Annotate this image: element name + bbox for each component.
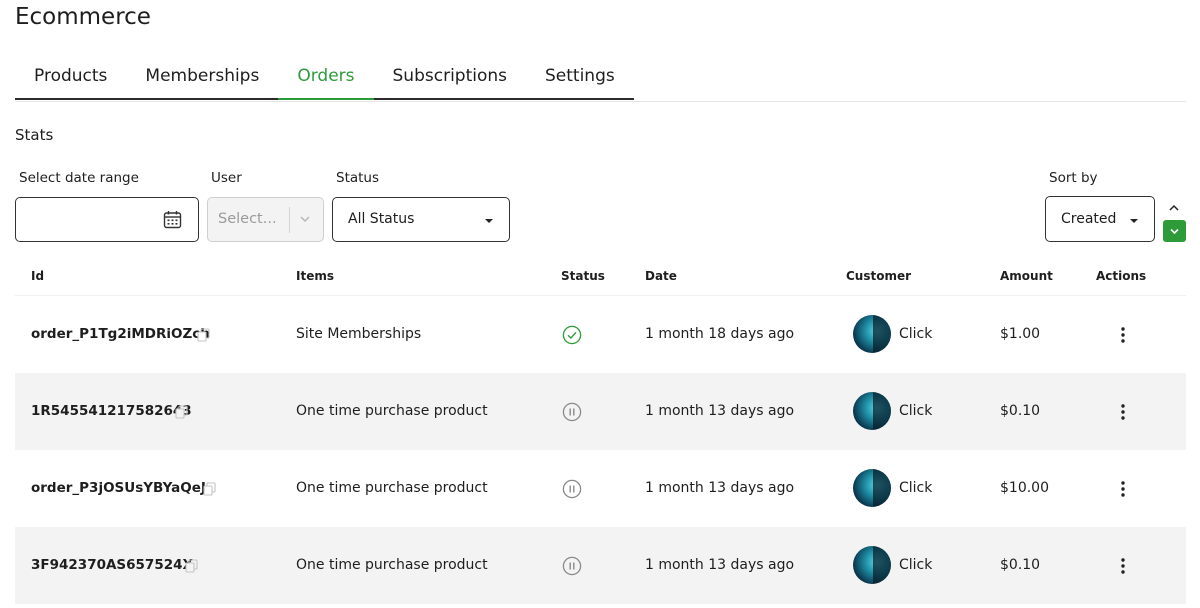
user-label: User (211, 170, 242, 186)
caret-down-icon (1130, 219, 1138, 223)
order-amount: $10.00 (1000, 480, 1049, 496)
sort-select-value: Created (1061, 211, 1117, 227)
order-amount: $1.00 (1000, 326, 1041, 342)
date-range-input[interactable] (15, 197, 199, 242)
more-actions-icon[interactable] (1119, 326, 1127, 344)
customer-name[interactable]: Click (899, 557, 932, 573)
column-header-id: Id (31, 269, 45, 283)
date-range-label: Select date range (19, 170, 139, 186)
column-header-amount: Amount (1000, 269, 1053, 283)
customer-name[interactable]: Click (899, 403, 932, 419)
copy-icon[interactable] (203, 482, 216, 496)
ecommerce-page: Ecommerce Products Memberships Orders Su… (0, 0, 1200, 608)
column-header-status: Status (561, 269, 605, 283)
sort-select[interactable]: Created (1045, 196, 1155, 242)
chevron-down-icon[interactable] (299, 213, 311, 225)
tab-orders[interactable]: Orders (278, 56, 374, 100)
column-header-actions: Actions (1096, 269, 1147, 283)
status-label: Status (336, 170, 380, 186)
order-date: 1 month 13 days ago (645, 480, 795, 496)
tabs-divider (15, 101, 1186, 102)
tab-products[interactable]: Products (15, 56, 127, 100)
order-items: Site Memberships (296, 326, 422, 342)
tab-memberships[interactable]: Memberships (126, 56, 279, 100)
table-row[interactable]: order_P3jOSUsYBYaQeJ One time purchase p… (15, 450, 1186, 527)
customer-name[interactable]: Click (899, 480, 932, 496)
table-row[interactable]: 3F942370AS657524X One time purchase prod… (15, 527, 1186, 604)
order-amount: $0.10 (1000, 557, 1041, 573)
user-select-placeholder: Select... (218, 211, 277, 227)
column-header-customer: Customer (846, 269, 912, 283)
pause-circle-icon (562, 556, 582, 576)
page-title: Ecommerce (15, 4, 151, 30)
more-actions-icon[interactable] (1119, 403, 1127, 421)
copy-icon[interactable] (197, 328, 210, 342)
order-items: One time purchase product (296, 403, 488, 419)
more-actions-icon[interactable] (1119, 480, 1127, 498)
customer-avatar (853, 469, 891, 507)
order-id: order_P1Tg2iMDRiOZch (31, 326, 210, 342)
order-amount: $0.10 (1000, 403, 1041, 419)
stats-section-label: Stats (15, 126, 54, 144)
status-select-value: All Status (348, 211, 415, 227)
customer-name[interactable]: Click (899, 326, 932, 342)
table-row[interactable]: order_P1Tg2iMDRiOZch Site Memberships 1 … (15, 296, 1186, 373)
chevron-down-icon (1170, 228, 1179, 235)
more-actions-icon[interactable] (1119, 557, 1127, 575)
tab-subscriptions[interactable]: Subscriptions (373, 56, 526, 100)
order-date: 1 month 18 days ago (645, 326, 795, 342)
pause-circle-icon (562, 479, 582, 499)
order-id: order_P3jOSUsYBYaQeJ (31, 480, 206, 496)
pause-circle-icon (562, 402, 582, 422)
user-select[interactable]: Select... (207, 197, 324, 242)
status-select[interactable]: All Status (332, 197, 510, 242)
customer-avatar (853, 546, 891, 584)
order-items: One time purchase product (296, 480, 488, 496)
customer-avatar (853, 315, 891, 353)
order-id: 3F942370AS657524X (31, 557, 193, 573)
user-select-separator (289, 207, 290, 233)
sort-label: Sort by (1049, 170, 1098, 186)
table-row[interactable]: 1R545541217582643 One time purchase prod… (15, 373, 1186, 450)
order-id: 1R545541217582643 (31, 403, 192, 419)
order-date: 1 month 13 days ago (645, 557, 795, 573)
sort-descending-button[interactable] (1163, 220, 1186, 242)
check-circle-icon (562, 325, 582, 345)
copy-icon[interactable] (175, 405, 188, 419)
order-items: One time purchase product (296, 557, 488, 573)
order-date: 1 month 13 days ago (645, 403, 795, 419)
column-header-items: Items (296, 269, 334, 283)
calendar-icon[interactable] (163, 210, 182, 229)
copy-icon[interactable] (185, 559, 198, 573)
column-header-date: Date (645, 269, 677, 283)
tab-bar: Products Memberships Orders Subscription… (15, 56, 634, 102)
tab-settings[interactable]: Settings (526, 56, 634, 100)
customer-avatar (853, 392, 891, 430)
sort-ascending-chevron-icon[interactable] (1168, 203, 1180, 213)
caret-down-icon (485, 219, 493, 223)
